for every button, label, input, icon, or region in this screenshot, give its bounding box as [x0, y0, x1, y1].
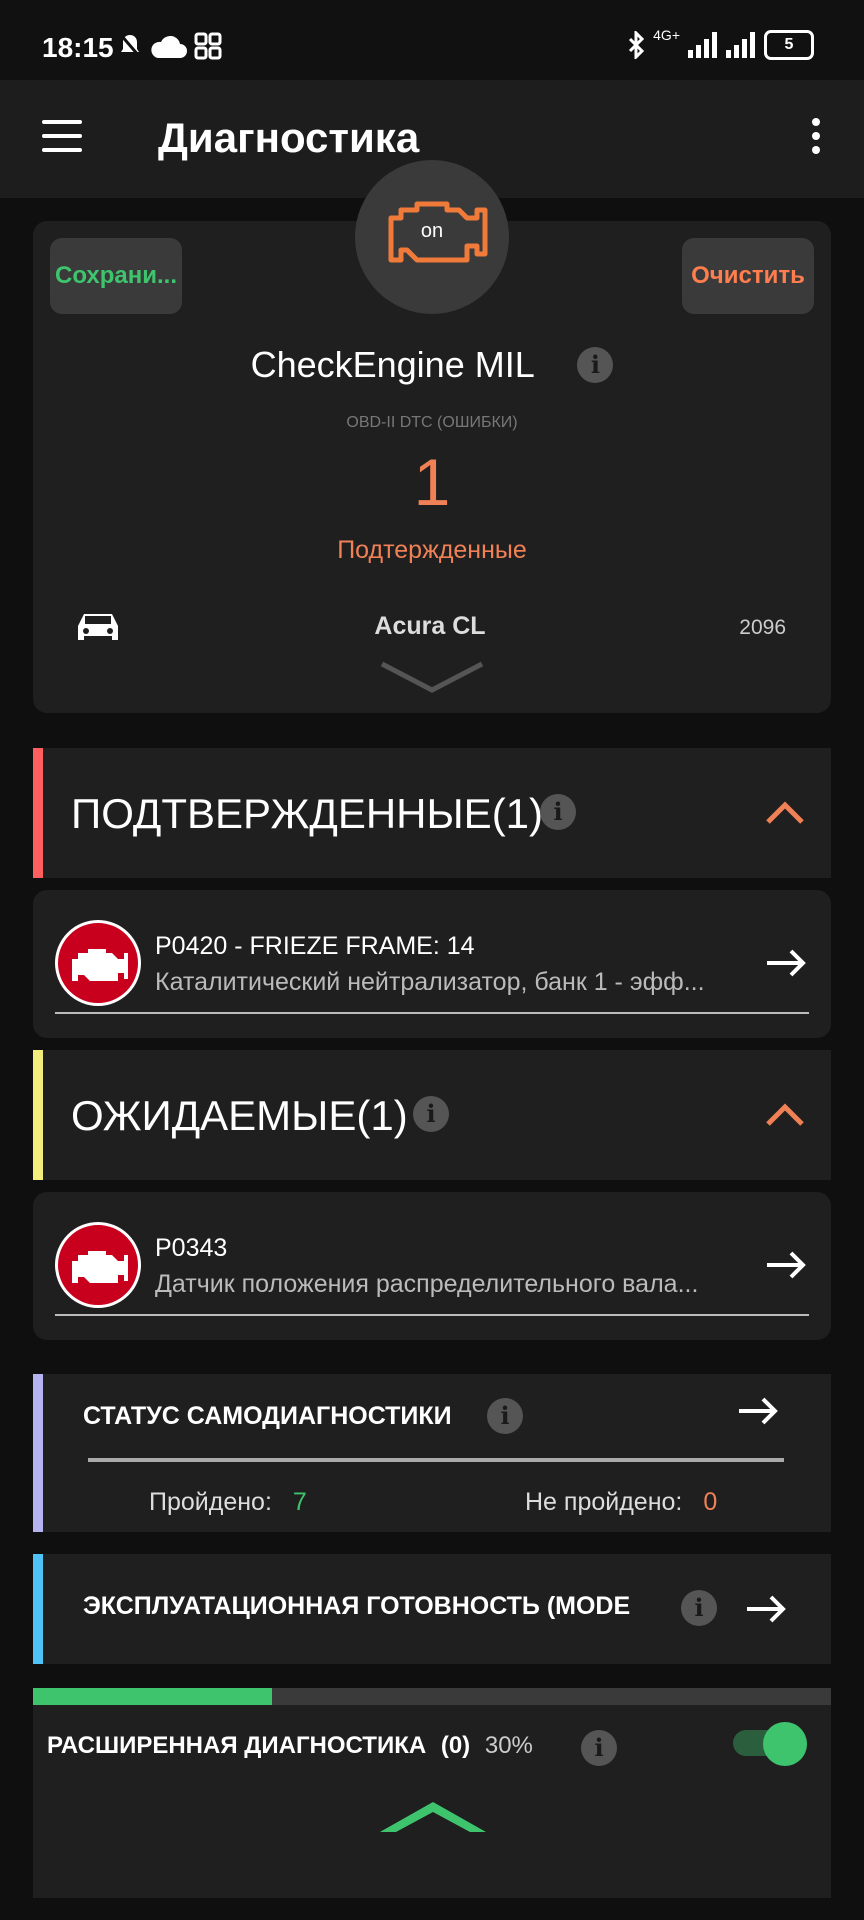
dtc-code: P0343 — [155, 1234, 228, 1262]
arrow-right-icon[interactable] — [765, 948, 807, 978]
hero-subtitle: OBD-II DTC (ОШИБКИ) — [346, 414, 518, 431]
info-icon[interactable]: i — [581, 1730, 617, 1766]
dtc-state: Подтержденные — [337, 536, 527, 564]
chevron-up-icon[interactable] — [765, 800, 805, 826]
extended-toggle-knob[interactable] — [763, 1722, 807, 1766]
battery-indicator: 5 — [764, 30, 814, 60]
status-right-icons: 4G+ 5 — [627, 27, 814, 60]
pending-title: ОЖИДАЕМЫЕ(1) — [71, 1092, 408, 1139]
dtc-description: Каталитический нейтрализатор, банк 1 - э… — [155, 968, 705, 996]
hamburger-icon[interactable] — [42, 120, 82, 152]
signal-icon — [726, 32, 755, 58]
hero-title: CheckEngine MIL — [250, 344, 534, 385]
arrow-right-icon[interactable] — [737, 1396, 779, 1426]
engine-error-icon — [55, 1222, 141, 1308]
extended-count: (0) — [440, 1732, 471, 1759]
extended-title: РАСШИРЕННАЯ ДИАГНОСТИКА — [47, 1732, 427, 1759]
vehicle-name: Acura CL — [374, 612, 486, 640]
pending-section-header[interactable]: ОЖИДАЕМЫЕ(1) i — [33, 1050, 831, 1180]
hero-title-row: CheckEngine MIL i — [0, 344, 864, 386]
dtc-description: Датчик положения распределительного вала… — [155, 1270, 699, 1298]
dtc-count: 1 — [413, 445, 451, 519]
info-icon[interactable]: i — [540, 794, 576, 830]
divider — [88, 1458, 784, 1462]
engine-status-text: on — [420, 220, 444, 242]
save-button[interactable]: Сохрани... — [50, 238, 182, 314]
self-diagnostics-card[interactable]: СТАТУС САМОДИАГНОСТИКИ i Пройдено: 7 Не … — [33, 1374, 831, 1532]
dtc-list-item[interactable]: P0343 Датчик положения распределительног… — [33, 1192, 831, 1340]
chevron-down-icon[interactable] — [380, 660, 484, 694]
apps-icon — [194, 32, 222, 60]
passed-label: Пройдено: — [149, 1488, 272, 1516]
extended-progress-bar — [33, 1688, 831, 1705]
status-time: 18:15 — [42, 32, 114, 63]
arrow-right-icon[interactable] — [765, 1250, 807, 1280]
page-title: Диагностика — [158, 114, 420, 161]
failed-value: 0 — [703, 1488, 718, 1516]
failed-label: Не пройдено: — [525, 1488, 683, 1516]
divider — [55, 1314, 809, 1316]
self-diag-accent-bar — [33, 1374, 43, 1532]
dtc-list-item[interactable]: P0420 - FRIEZE FRAME: 14 Каталитический … — [33, 890, 831, 1038]
readiness-accent-bar — [33, 1554, 43, 1664]
vehicle-row[interactable]: Acura CL 2096 — [74, 604, 786, 648]
network-type: 4G+ — [653, 27, 680, 43]
extended-title-row: РАСШИРЕННАЯ ДИАГНОСТИКА (0) 30% — [47, 1732, 533, 1760]
chevron-up-icon[interactable] — [378, 1798, 488, 1834]
confirmed-accent-bar — [33, 748, 43, 878]
failed-row: Не пройдено: 0 — [525, 1488, 717, 1517]
engine-error-icon — [55, 920, 141, 1006]
info-icon[interactable]: i — [577, 347, 614, 383]
signal-icon — [688, 32, 717, 58]
info-icon[interactable]: i — [487, 1398, 523, 1434]
passed-value: 7 — [292, 1488, 307, 1516]
status-left-icons — [118, 32, 222, 60]
engine-status-badge[interactable]: on — [355, 160, 509, 314]
confirmed-title: ПОДТВЕРЖДЕННЫЕ(1) — [71, 790, 544, 837]
extended-progress-fill — [33, 1688, 273, 1705]
self-diag-title: СТАТУС САМОДИАГНОСТИКИ — [83, 1402, 452, 1430]
readiness-card[interactable]: ЭКСПЛУАТАЦИОННАЯ ГОТОВНОСТЬ (MODE i — [33, 1554, 831, 1664]
pending-accent-bar — [33, 1050, 43, 1180]
extended-percent: 30% — [484, 1732, 533, 1759]
passed-row: Пройдено: 7 — [149, 1488, 307, 1517]
dtc-code: P0420 - FRIEZE FRAME: 14 — [155, 932, 475, 960]
more-vertical-icon[interactable] — [812, 118, 820, 160]
arrow-right-icon[interactable] — [745, 1594, 787, 1624]
info-icon[interactable]: i — [681, 1590, 717, 1626]
confirmed-section-header[interactable]: ПОДТВЕРЖДЕННЫЕ(1) i — [33, 748, 831, 878]
divider — [55, 1012, 809, 1014]
cloud-icon — [151, 35, 187, 58]
chevron-up-icon[interactable] — [765, 1102, 805, 1128]
status-bar: 18:15 4G+ 5 — [0, 0, 864, 80]
silent-icon — [119, 34, 141, 57]
extended-diagnostics-card: РАСШИРЕННАЯ ДИАГНОСТИКА (0) 30% i — [33, 1688, 831, 1898]
clear-button[interactable]: Очистить — [682, 238, 814, 314]
bluetooth-icon — [629, 31, 645, 59]
readiness-title: ЭКСПЛУАТАЦИОННАЯ ГОТОВНОСТЬ (MODE — [83, 1592, 631, 1620]
vehicle-year: 2096 — [739, 616, 786, 639]
info-icon[interactable]: i — [413, 1096, 449, 1132]
